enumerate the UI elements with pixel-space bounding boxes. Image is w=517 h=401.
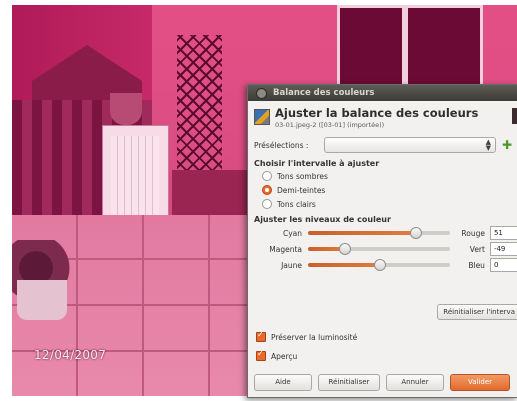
preserve-luminosity-checkbox[interactable]: Préserver la luminosité [248,330,358,342]
slider-row-yellow-blue: Jaune Bleu 0 [248,257,517,273]
dialog-titlebar[interactable]: Balance des couleurs [248,85,517,101]
presets-row: Présélections : ▲ ▼ ✚ [248,131,517,155]
slider-left-label: Magenta [269,244,303,254]
slider-left-label: Jaune [281,260,303,270]
slider-left-label: Cyan [282,228,303,238]
presets-label: Présélections : [254,140,309,150]
radio-shadows[interactable]: Tons sombres [248,169,517,183]
dialog-header-subtitle: 03-01.jpeg-2 ([03-01] (importée)) [275,121,385,129]
magenta-green-value-input[interactable]: -49 [489,242,517,256]
dialog-header-title: Ajuster la balance des couleurs [275,106,479,120]
radio-indicator [262,199,272,209]
slider-fill [308,231,416,235]
photo-plant-pot [17,280,67,320]
reset-range-button[interactable]: Réinitialiser l'interva [437,304,517,320]
slider-knob[interactable] [374,259,387,271]
slider-right-label: Vert [469,244,485,254]
yellow-blue-value-input[interactable]: 0 [489,258,517,272]
cancel-button[interactable]: Annuler [386,374,444,391]
chevron-updown-icon: ▲ ▼ [485,138,491,152]
slider-knob[interactable] [339,243,352,255]
dialog-header: Ajuster la balance des couleurs 03-01.jp… [248,101,517,131]
photo-date-stamp: 12/04/2007 [34,348,107,362]
slider-right-label: Bleu [468,260,485,270]
color-balance-dialog: Balance des couleurs Ajuster la balance … [247,84,517,398]
radio-label: Demi-teintes [277,185,326,195]
checkbox-indicator [256,330,266,342]
radio-indicator [262,185,272,195]
range-section-title: Choisir l'intervalle à ajuster [254,159,380,168]
photo-cabinet-door [111,136,159,216]
checkbox-label: Aperçu [271,351,298,361]
add-preset-icon[interactable]: ✚ [502,139,512,151]
dialog-window-title: Balance des couleurs [273,88,375,98]
checkbox-label: Préserver la luminosité [271,332,358,342]
slider-row-magenta-green: Magenta Vert -49 [248,241,517,257]
ok-button[interactable]: Valider [450,374,510,391]
color-balance-icon [254,109,270,125]
slider-row-cyan-red: Cyan Rouge 51 [248,225,517,241]
photo-trellis [177,35,222,185]
slider-knob[interactable] [410,227,423,239]
levels-section-title: Ajuster les niveaux de couleur [254,215,391,224]
radio-midtones[interactable]: Demi-teintes [248,183,517,197]
image-thumbnail [512,108,517,124]
dialog-buttons: Aide Réinitialiser Annuler Valider [254,374,516,391]
radio-indicator [262,171,272,181]
close-icon[interactable] [256,87,267,99]
reset-button[interactable]: Réinitialiser [318,374,380,391]
radio-label: Tons sombres [277,171,328,181]
presets-combo[interactable]: ▲ ▼ [324,137,496,153]
preview-checkbox[interactable]: Aperçu [248,349,298,361]
cyan-red-value-input[interactable]: 51 [489,226,517,240]
slider-right-label: Rouge [461,228,485,238]
photo-flower-pot [110,93,142,125]
help-button[interactable]: Aide [254,374,312,391]
cyan-red-slider[interactable] [308,227,451,239]
radio-label: Tons clairs [277,199,316,209]
yellow-blue-slider[interactable] [308,259,451,271]
photo-cabinet [102,125,169,222]
checkbox-indicator [256,349,266,361]
radio-highlights[interactable]: Tons clairs [248,197,517,211]
magenta-green-slider[interactable] [308,243,451,255]
slider-fill [308,263,380,267]
